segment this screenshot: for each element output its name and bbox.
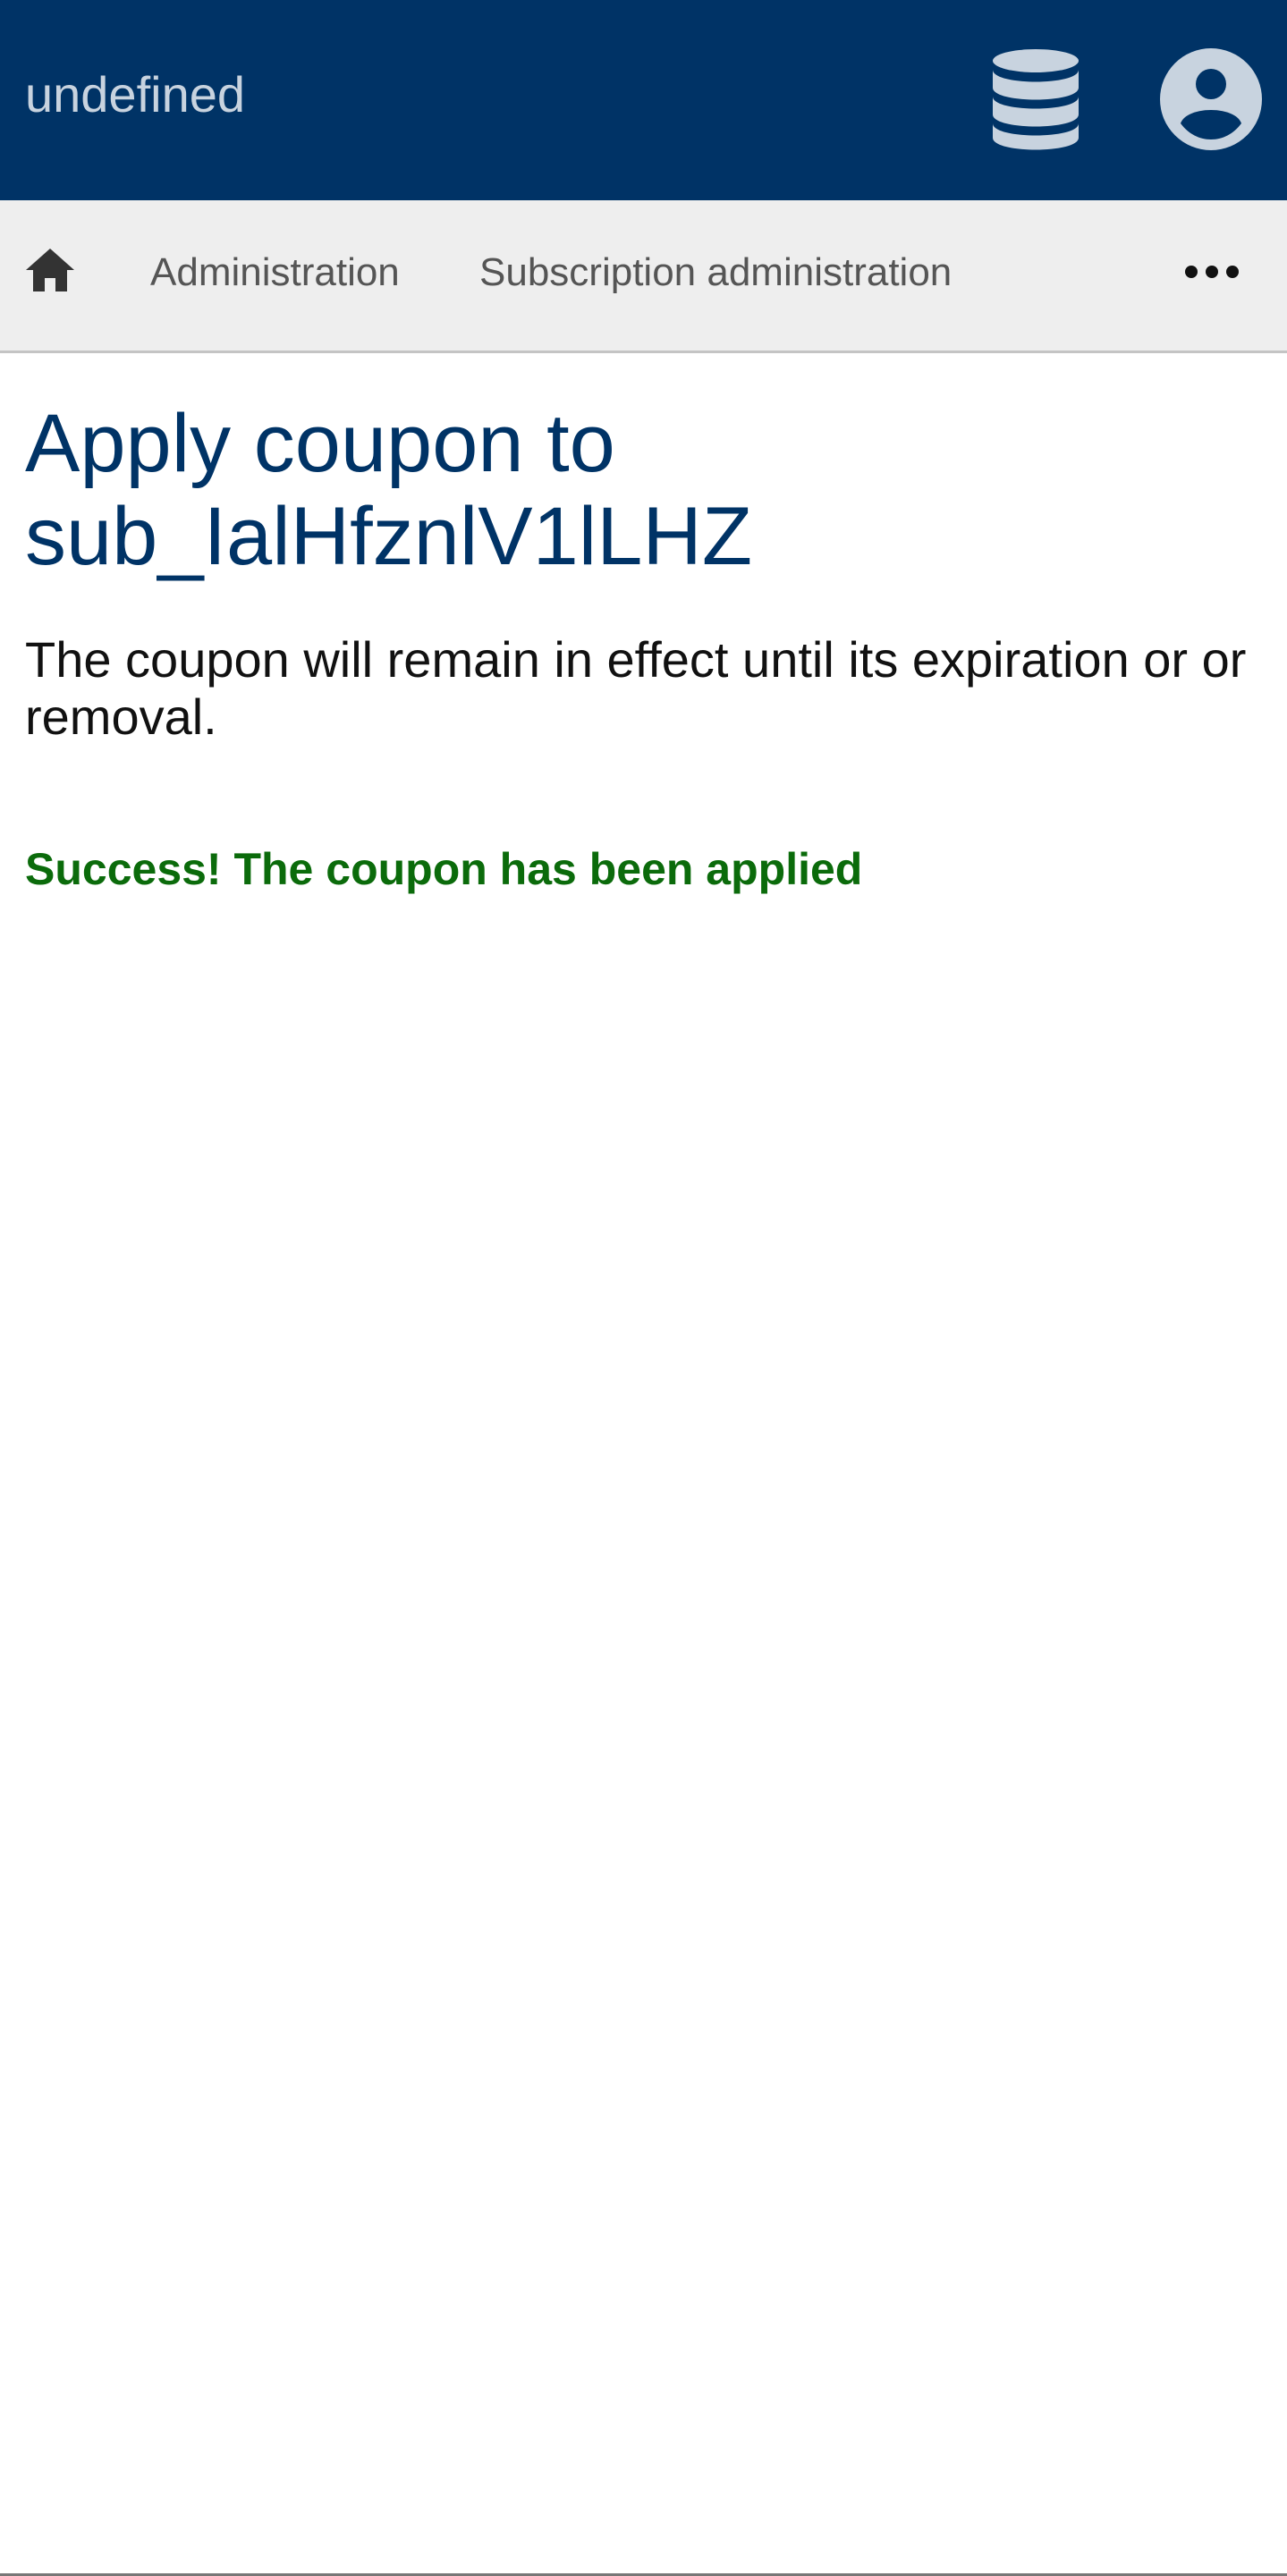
coupon-description: The coupon will remain in effect until i…	[25, 631, 1247, 745]
page-title: Apply coupon to sub_IalHfznlV1lLHZ	[25, 398, 753, 582]
user-circle-icon[interactable]	[1160, 48, 1262, 150]
breadcrumb-nav: Administration Subscription administrati…	[0, 200, 1287, 353]
success-message: Success! The coupon has been applied	[25, 844, 863, 894]
database-icon[interactable]	[991, 48, 1080, 152]
home-icon[interactable]	[25, 246, 75, 296]
more-horizontal-icon[interactable]	[1184, 263, 1240, 281]
top-header: undefined	[0, 0, 1287, 200]
app-title: undefined	[25, 66, 246, 122]
nav-link-administration[interactable]: Administration	[150, 249, 400, 296]
nav-link-subscription-administration[interactable]: Subscription administration	[479, 249, 952, 296]
